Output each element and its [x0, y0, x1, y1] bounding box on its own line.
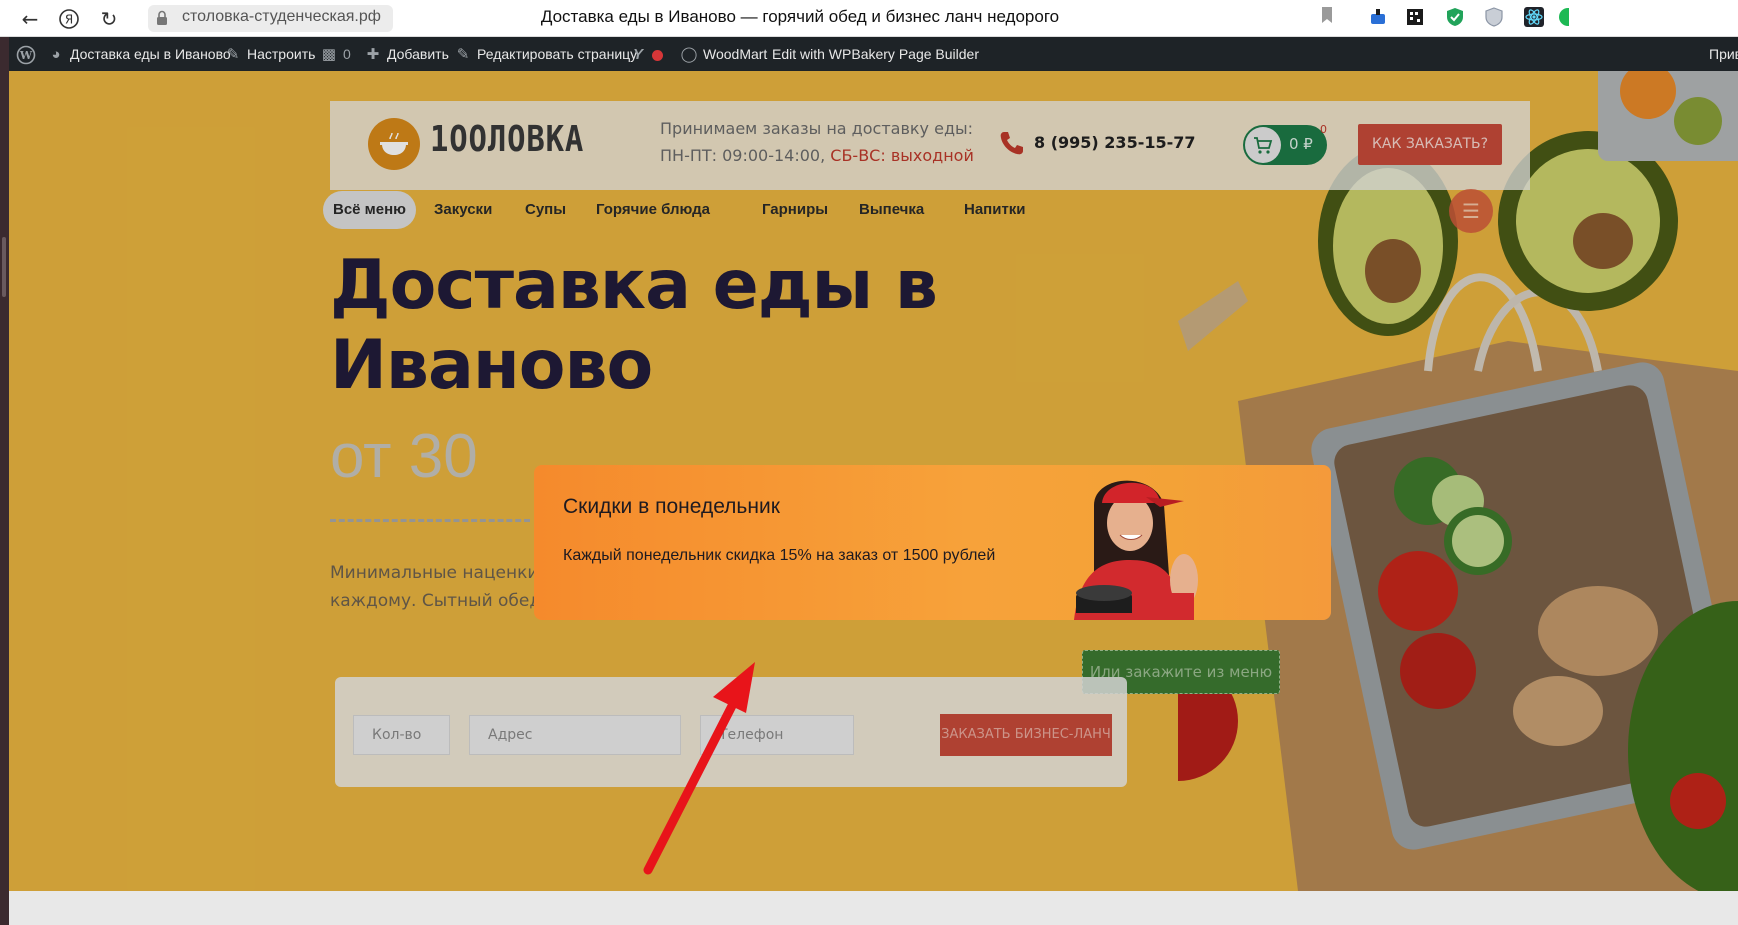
admin-woodmart-label: WoodMart: [703, 46, 768, 62]
hours-weekend: СБ-ВС: выходной: [830, 146, 974, 165]
site-header: 1ООЛОВКА Принимаем заказы на доставку ед…: [330, 101, 1530, 190]
admin-customize[interactable]: ✎ Настроить: [224, 37, 316, 71]
qty-input[interactable]: Кол-во: [353, 715, 450, 755]
hours-weekdays: ПН-ПТ: 09:00-14:00,: [660, 146, 831, 165]
reload-icon[interactable]: ↻: [96, 6, 122, 32]
woodmart-icon: ◯: [680, 46, 698, 63]
wordpress-logo-icon[interactable]: W: [16, 37, 36, 71]
lock-icon: [156, 10, 168, 30]
extension-tag-icon[interactable]: [1366, 6, 1390, 30]
admin-wpbakery[interactable]: Edit with WPBakery Page Builder: [772, 37, 979, 71]
cart-total: 0 ₽: [1289, 135, 1313, 153]
comment-icon: ▩: [321, 46, 337, 63]
menu-item-garnishes[interactable]: Гарниры: [762, 191, 828, 229]
url-text: столовка-студенческая.рф: [182, 8, 381, 25]
admin-edit-page[interactable]: ✎ Редактировать страницу: [454, 37, 637, 71]
edge-handle[interactable]: [2, 237, 6, 297]
admin-site-name[interactable]: ◕ Доставка еды в Иваново: [47, 37, 231, 71]
extension-cut-icon[interactable]: [1557, 6, 1569, 30]
browser-toolbar: ← Я ↻ столовка-студенческая.рф Доставка …: [0, 0, 1738, 37]
cart-button[interactable]: 0 ₽: [1243, 125, 1327, 165]
yandex-letter: Я: [65, 13, 73, 27]
phone-number[interactable]: 8 (995) 235-15-77: [1034, 133, 1196, 152]
phone-icon: [998, 129, 1026, 163]
menu-item-snacks[interactable]: Закуски: [434, 191, 492, 229]
address-bar[interactable]: столовка-студенческая.рф: [148, 5, 393, 32]
admin-edit-page-label: Редактировать страницу: [477, 46, 638, 62]
page-bottom-band: [9, 891, 1738, 925]
hamburger-menu-icon[interactable]: ☰: [1449, 189, 1493, 233]
hero-divider: [330, 519, 530, 522]
admin-yoast[interactable]: Y: [629, 37, 663, 71]
bookmark-icon[interactable]: [1315, 6, 1339, 30]
wp-admin-bar: W ◕ Доставка еды в Иваново ✎ Настроить ▩ 0 …: [9, 37, 1738, 71]
promo-popup[interactable]: Скидки в понедельник Каждый понедельник …: [534, 465, 1331, 620]
hero-price: от 30: [330, 422, 478, 491]
admin-account[interactable]: Прив: [1709, 37, 1738, 71]
popup-text: Каждый понедельник скидка 15% на заказ о…: [563, 547, 996, 564]
screen: ← Я ↻ столовка-студенческая.рф Доставка …: [0, 0, 1738, 925]
dashboard-icon: ◕: [51, 46, 61, 63]
pencil-icon: ✎: [456, 46, 470, 63]
react-devtools-icon[interactable]: [1522, 6, 1546, 30]
admin-comments-count: 0: [343, 46, 351, 62]
hours-line-1: Принимаем заказы на доставку еды:: [660, 119, 974, 138]
extension-grid-icon[interactable]: [1403, 6, 1427, 30]
page-title: Доставка еды в Иваново — горячий обед и …: [540, 7, 1060, 26]
cart-count-badge: 0: [1320, 123, 1327, 136]
hero-title: Доставка еды в Иваново: [330, 246, 938, 405]
admin-add-new-label: Добавить: [387, 46, 449, 62]
hours-line-2: ПН-ПТ: 09:00-14:00, СБ-ВС: выходной: [660, 146, 974, 165]
plus-icon: ✚: [366, 46, 380, 63]
svg-text:W: W: [19, 49, 33, 62]
order-form: Кол-во Адрес Телефон ЗАКАЗАТЬ БИЗНЕС-ЛАН…: [335, 677, 1127, 787]
menu-item-hot-dishes[interactable]: Горячие блюда: [596, 191, 710, 229]
logo-bowl-icon[interactable]: [368, 118, 420, 170]
popup-title: Скидки в понедельник: [563, 495, 780, 518]
order-business-lunch-button[interactable]: ЗАКАЗАТЬ БИЗНЕС-ЛАНЧ: [940, 714, 1112, 756]
left-edge-strip: [0, 37, 9, 925]
seo-status-dot: [652, 49, 663, 61]
menu-item-soups[interactable]: Супы: [525, 191, 566, 229]
logo-text[interactable]: 1ООЛОВКА: [430, 119, 584, 160]
phone-input[interactable]: Телефон: [700, 715, 854, 755]
admin-comments[interactable]: ▩ 0: [320, 37, 351, 71]
menu-item-drinks[interactable]: Напитки: [964, 191, 1026, 229]
menu-item-all[interactable]: Всё меню: [323, 191, 416, 229]
how-to-order-button[interactable]: КАК ЗАКАЗАТЬ?: [1358, 124, 1502, 165]
courier-girl-image: [1074, 480, 1198, 620]
shield-outline-icon[interactable]: [1482, 6, 1506, 30]
yandex-icon[interactable]: Я: [56, 6, 82, 32]
admin-site-name-label: Доставка еды в Иваново: [70, 46, 231, 62]
back-arrow-icon[interactable]: ←: [17, 6, 43, 32]
brush-icon: ✎: [226, 46, 240, 63]
admin-add-new[interactable]: ✚ Добавить: [364, 37, 449, 71]
admin-woodmart[interactable]: ◯ WoodMart: [680, 37, 768, 71]
admin-customize-label: Настроить: [247, 46, 316, 62]
shield-check-icon[interactable]: [1443, 6, 1467, 30]
address-input[interactable]: Адрес: [469, 715, 681, 755]
yoast-icon: Y: [632, 46, 643, 63]
cart-icon: [1245, 127, 1281, 163]
menu-item-bakery[interactable]: Выпечка: [859, 191, 924, 229]
